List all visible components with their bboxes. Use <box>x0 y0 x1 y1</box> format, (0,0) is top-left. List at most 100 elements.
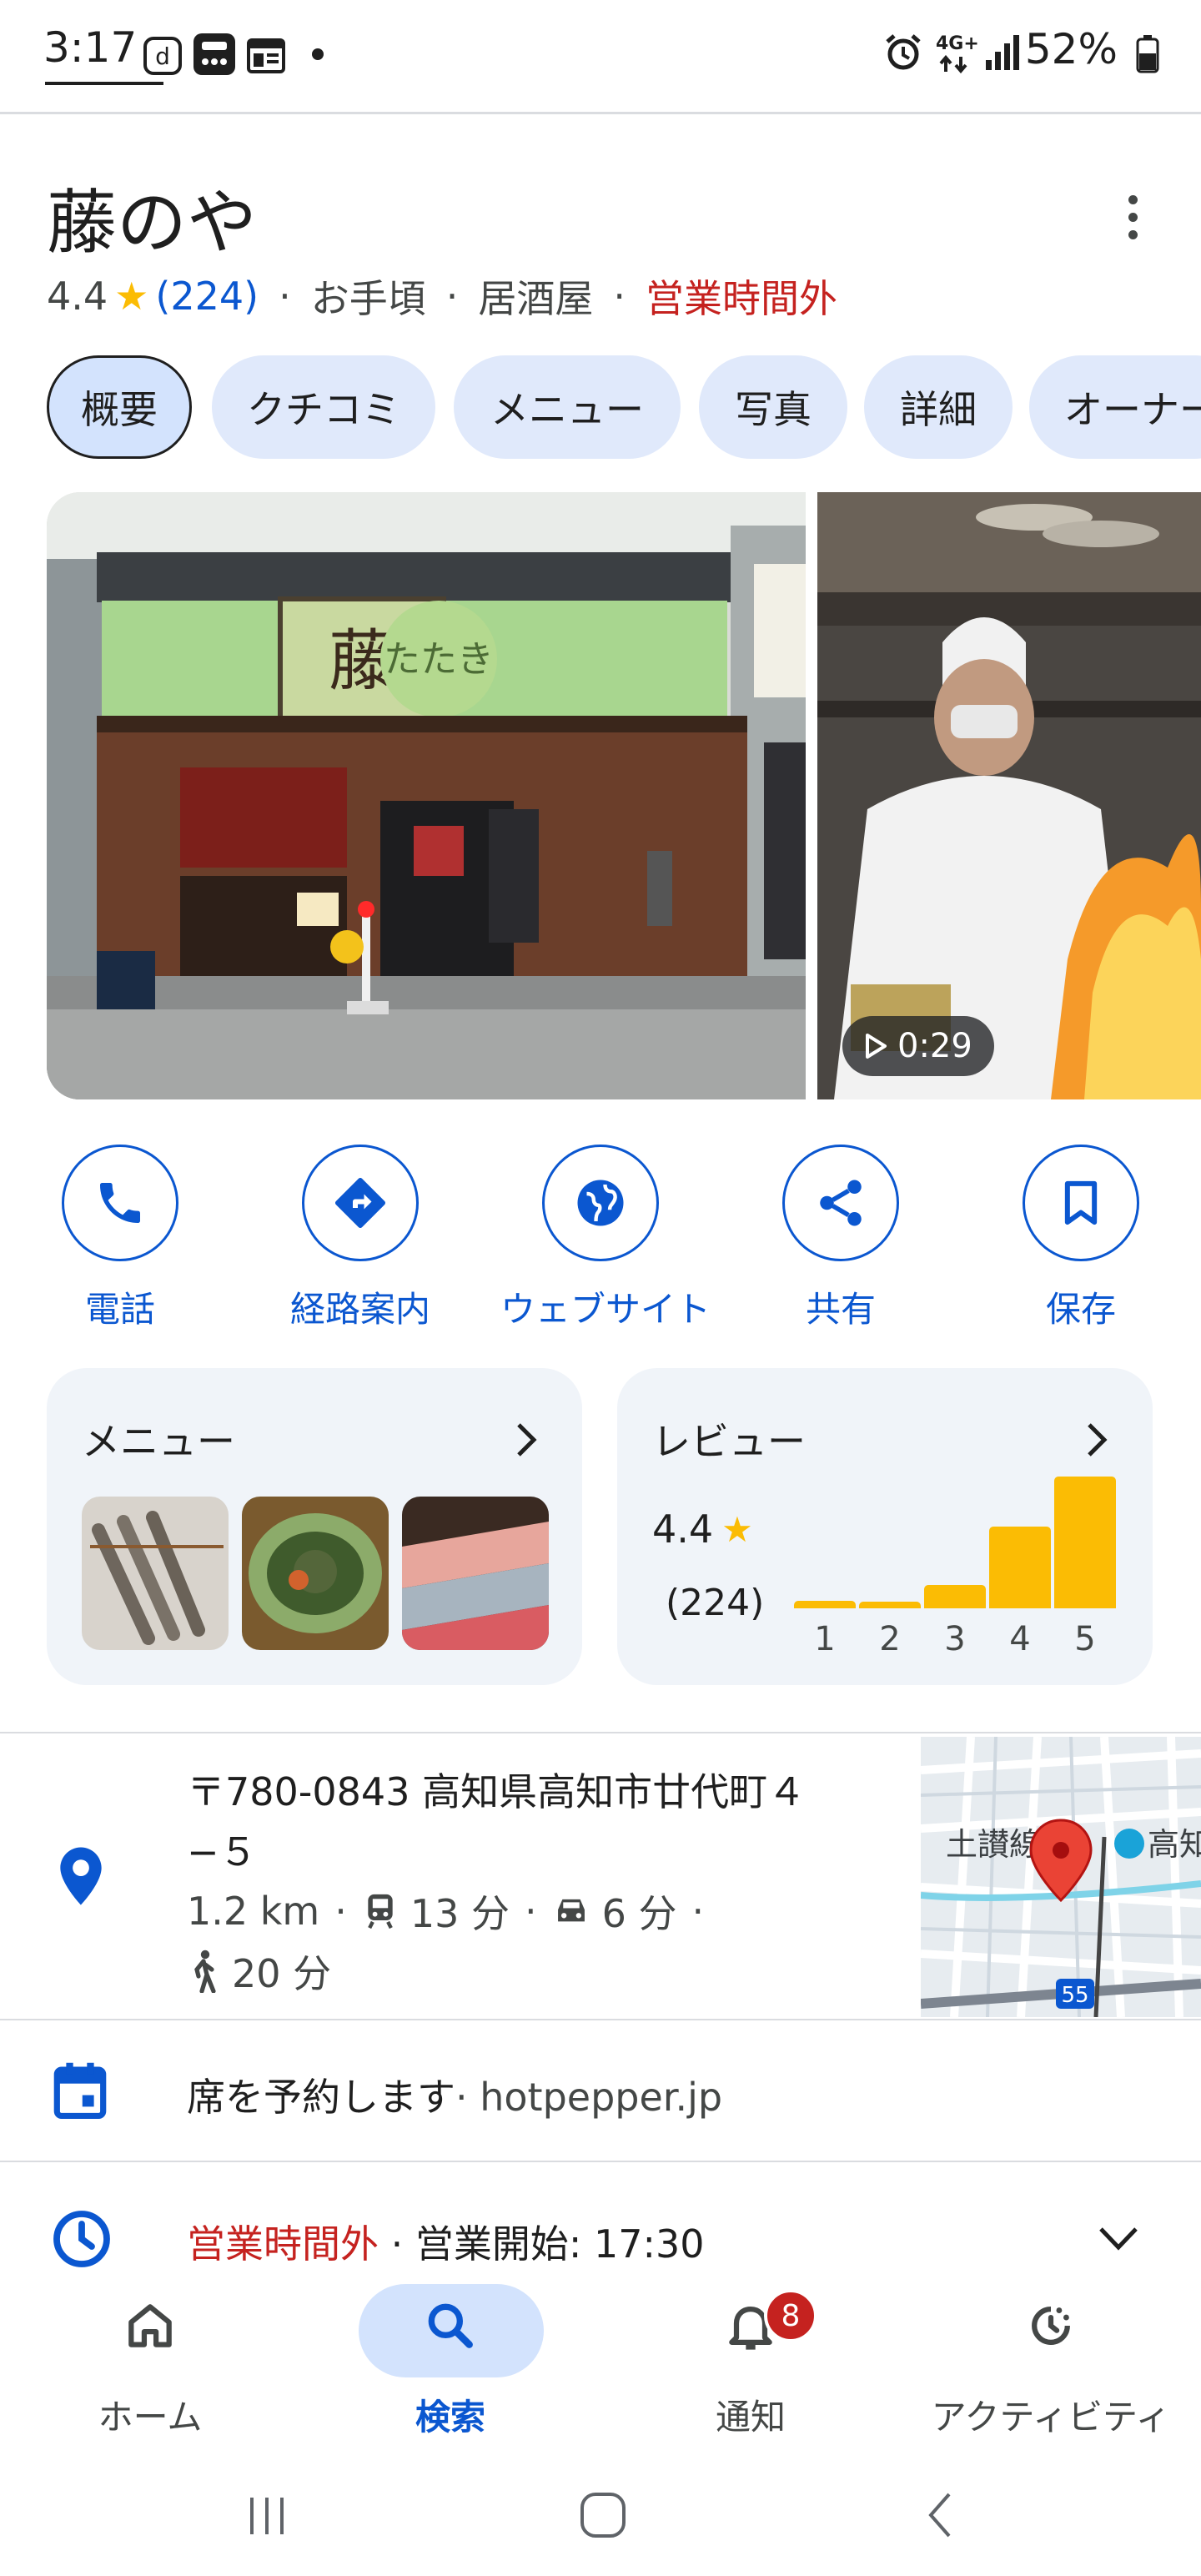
docomo-d-icon: d <box>143 37 182 75</box>
recent-apps-icon[interactable] <box>242 2491 292 2541</box>
storefront-illustration: 藤 たたき <box>47 492 806 1099</box>
review-score-value: 4.4 <box>652 1507 714 1552</box>
network-type: 4G+ <box>936 33 979 54</box>
calendar-news-icon <box>247 38 285 73</box>
place-category[interactable]: 居酒屋 <box>478 269 593 324</box>
nav-activity[interactable]: アクティビティ <box>901 2272 1201 2458</box>
place-summary-row: 4.4 ★ (224) · お手頃 · 居酒屋 · 営業時間外 <box>47 269 837 324</box>
website-button-circle <box>542 1145 659 1261</box>
nav-search[interactable]: 検索 <box>300 2272 600 2458</box>
map-illustration: 55 土讃線 高知 <box>921 1737 1201 2017</box>
more-dot-icon <box>1128 194 1138 204</box>
review-card-count: (224) <box>666 1582 765 1624</box>
hours-row[interactable]: 営業時間外 · 営業開始: 17:30 <box>187 2214 705 2269</box>
menu-photo-fish[interactable] <box>82 1497 229 1650</box>
grilled-fish-illustration <box>82 1497 229 1650</box>
drive-time: 6 分 <box>601 1891 677 1936</box>
video-duration: 0:29 <box>897 1027 972 1065</box>
calendar-icon <box>53 2062 107 2120</box>
tab-owner[interactable]: オーナー <box>1029 355 1201 459</box>
svg-text:d: d <box>155 43 170 70</box>
open-status: 営業時間外 <box>645 276 837 321</box>
hours-status: 営業時間外 <box>187 2221 379 2267</box>
separator-dot: · <box>525 1889 537 1934</box>
price-level: お手頃 <box>310 276 426 321</box>
activity-icon <box>1032 2307 1070 2345</box>
star-icon: ★ <box>721 1508 753 1550</box>
review-score: 4.4 ★ <box>652 1507 753 1552</box>
address-line1[interactable]: 〒780-0843 高知県高知市廿代町４ <box>187 1762 806 1817</box>
section-divider <box>0 2161 1201 2162</box>
storefront-photo[interactable]: 藤 たたき <box>47 492 806 1099</box>
directions-button-circle <box>302 1145 419 1261</box>
nav-notifications[interactable]: 8 通知 <box>600 2272 901 2458</box>
tab-details[interactable]: 詳細 <box>864 355 1013 459</box>
tab-menu[interactable]: メニュー <box>454 355 681 459</box>
directions-label: 経路案内 <box>289 1289 430 1330</box>
rating-bar-5 <box>1054 1477 1116 1608</box>
tab-photos[interactable]: 写真 <box>699 355 847 459</box>
data-arrows-icon <box>939 55 967 73</box>
address-line2[interactable]: −５ <box>187 1822 258 1877</box>
train-icon <box>368 1894 393 1929</box>
separator-dot: · <box>334 1889 347 1934</box>
tab-reviews[interactable]: クチコミ <box>212 355 435 459</box>
back-icon[interactable] <box>922 2489 956 2541</box>
review-count-link[interactable]: (224) <box>155 274 259 319</box>
chevron-right-icon <box>517 1423 537 1457</box>
system-navigation-bar <box>0 2458 1201 2576</box>
bottom-navigation: ホーム 検索 8 通知 アクティビティ <box>0 2272 1201 2458</box>
reservation-row[interactable]: 席を予約します· hotpepper.jp <box>187 2067 722 2122</box>
save-label: 保存 <box>1045 1289 1116 1330</box>
rating-value: 4.4 <box>47 274 108 319</box>
more-options-button[interactable] <box>1109 184 1156 250</box>
nav-home-label: ホーム <box>98 2397 203 2438</box>
share-button[interactable]: 共有 <box>741 1145 941 1332</box>
video-duration-badge: 0:29 <box>842 1016 994 1076</box>
rating-bar-label: 5 <box>1074 1620 1096 1658</box>
chevron-down-icon[interactable] <box>1098 2226 1139 2252</box>
tab-overview[interactable]: 概要 <box>47 355 192 459</box>
separator-dot: · <box>691 1889 705 1934</box>
notification-badge: 8 <box>764 2289 817 2342</box>
separator-dot: · <box>613 274 626 319</box>
map-thumbnail[interactable]: 55 土讃線 高知 <box>921 1737 1201 2017</box>
phone-icon <box>100 1183 140 1223</box>
review-card[interactable]: レビュー 4.4 ★ (224) 1 2 3 4 5 <box>617 1368 1153 1685</box>
share-icon <box>820 1180 862 1226</box>
tab-bar: 概要 クチコミ メニュー 写真 詳細 オーナー <box>47 355 1201 460</box>
chef-flame-illustration <box>817 492 1201 1099</box>
directions-button[interactable]: 経路案内 <box>260 1145 460 1332</box>
rating-bar-2 <box>859 1602 921 1608</box>
menu-photo-sushi[interactable] <box>402 1497 549 1650</box>
place-title: 藤のや <box>47 182 258 264</box>
website-button[interactable]: ウェブサイト <box>500 1145 711 1332</box>
separator-dot: · <box>445 274 459 319</box>
travel-times-row: 1.2 km · 13 分 · 6 分 · <box>187 1884 704 1939</box>
nav-notifications-label: 通知 <box>715 2397 786 2438</box>
rating-bar-4 <box>989 1527 1051 1608</box>
call-button[interactable]: 電話 <box>20 1145 220 1332</box>
location-pin-icon <box>60 1847 102 1905</box>
rating-bar-label: 2 <box>879 1620 901 1658</box>
alarm-icon <box>886 34 921 70</box>
small-dish-illustration <box>242 1497 389 1650</box>
menu-photo-dish[interactable] <box>242 1497 389 1650</box>
nav-home[interactable]: ホーム <box>0 2272 300 2458</box>
home-icon <box>128 2304 172 2347</box>
star-icon: ★ <box>114 274 149 319</box>
home-button-icon[interactable] <box>579 2489 627 2541</box>
cooking-video-thumbnail[interactable]: 0:29 <box>817 492 1201 1099</box>
sushi-illustration <box>402 1497 549 1650</box>
save-button[interactable]: 保存 <box>981 1145 1181 1332</box>
website-label: ウェブサイト <box>500 1289 711 1330</box>
reservation-text: 席を予約します <box>187 2075 455 2120</box>
menu-card[interactable]: メニュー <box>47 1368 582 1685</box>
more-dot-icon <box>1128 229 1138 239</box>
rating-bar-1 <box>794 1601 856 1608</box>
reservation-source: · hotpepper.jp <box>455 2075 723 2120</box>
search-icon <box>428 2303 473 2348</box>
share-label: 共有 <box>805 1289 876 1330</box>
status-time: 3:17 <box>43 23 138 72</box>
rating-bar-label: 3 <box>944 1620 966 1658</box>
